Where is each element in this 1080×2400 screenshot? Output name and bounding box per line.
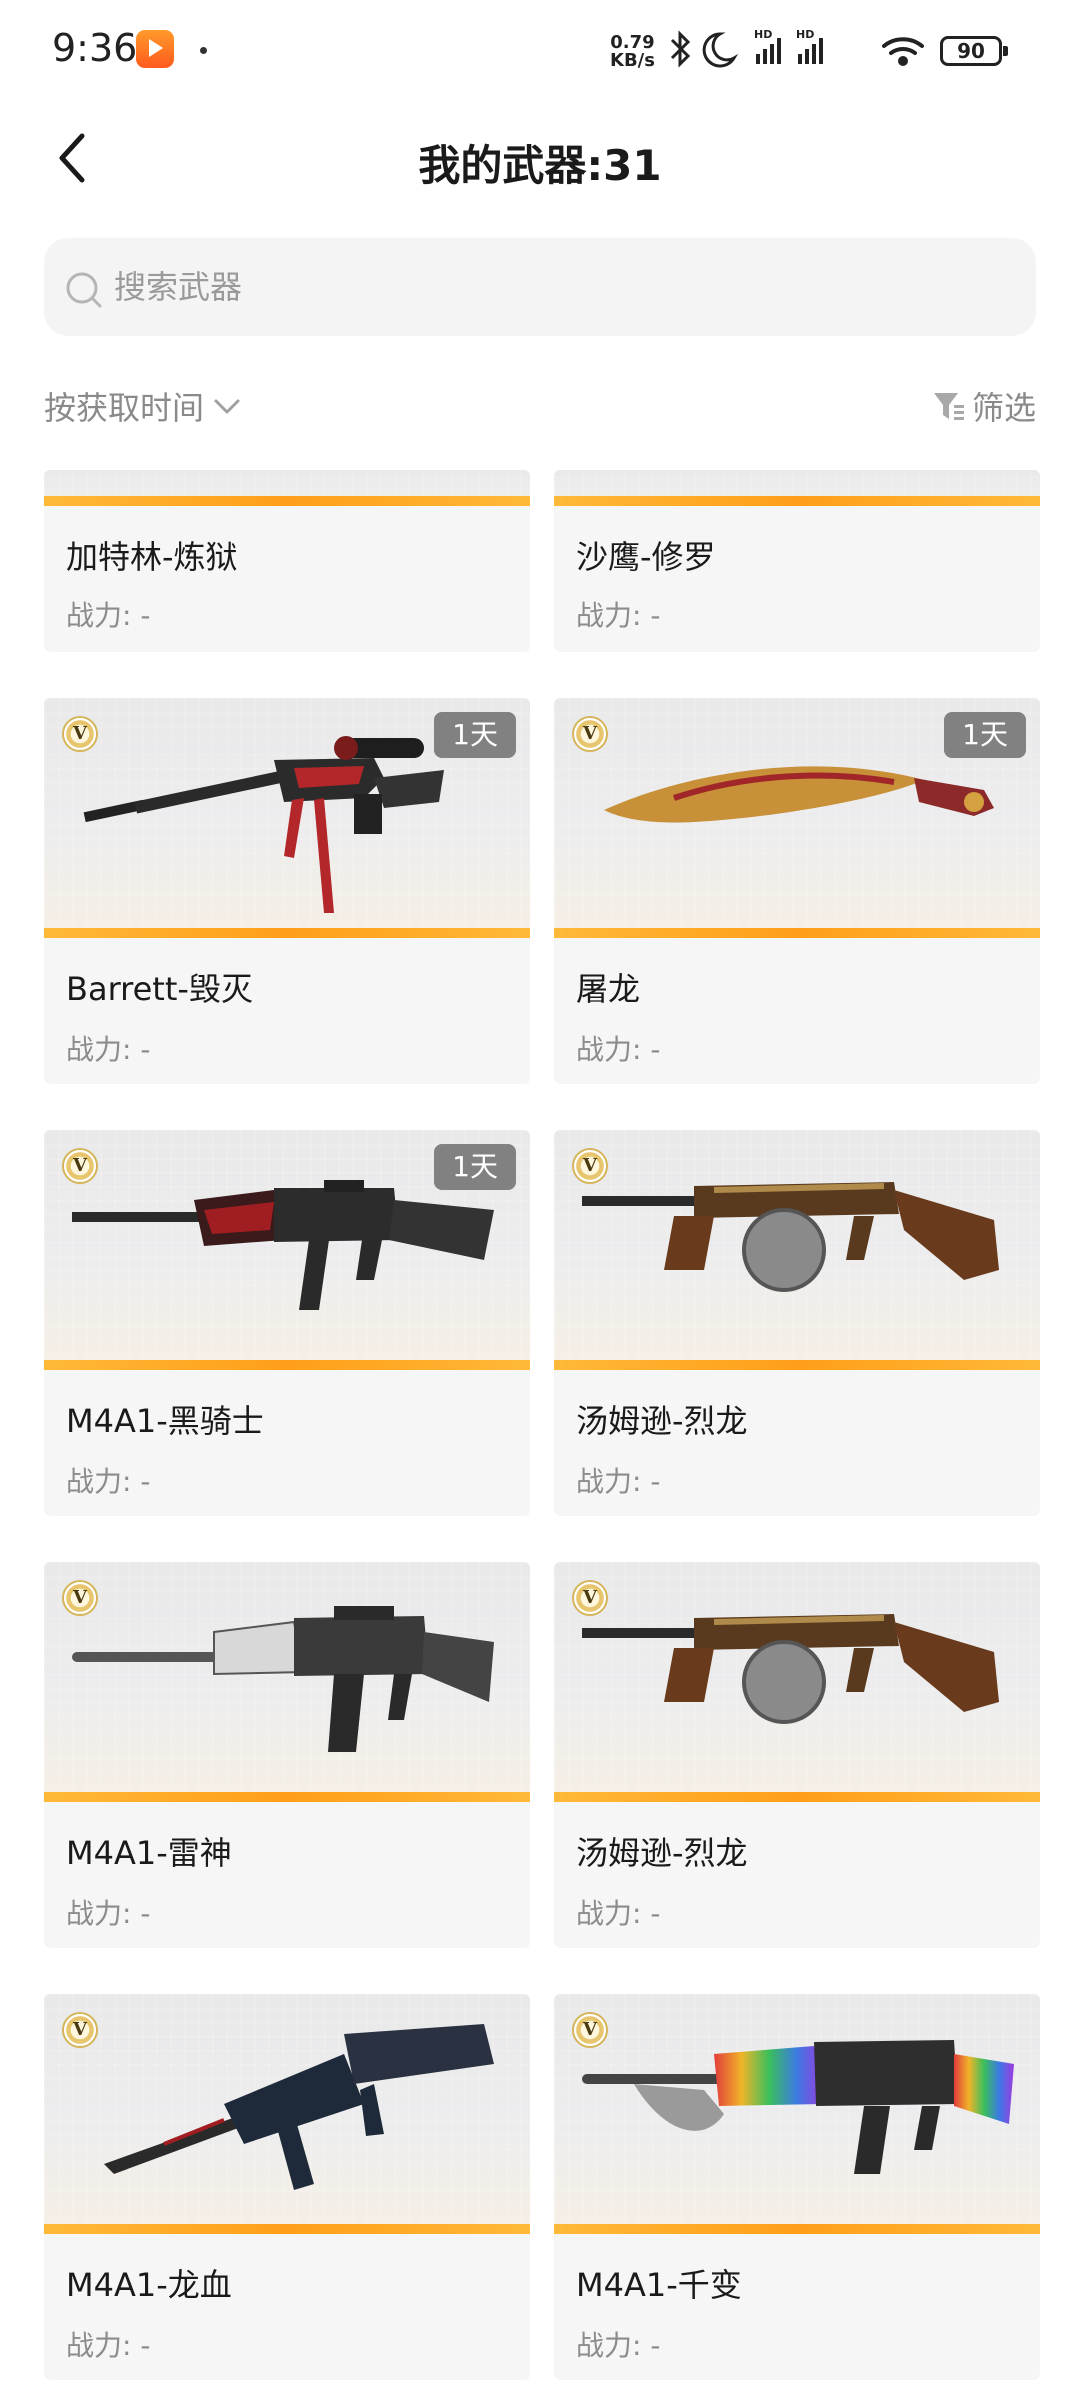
status-bar: 9:36 0.79 KB/s HD HD 90 — [0, 0, 1080, 100]
weapon-image: V — [44, 1994, 530, 2234]
vip-badge-icon: V — [572, 2012, 608, 2048]
weapon-card[interactable]: V M4A1-龙血 战力: - — [44, 1994, 530, 2380]
weapon-image: V 1天 — [44, 1130, 530, 1370]
weapon-card[interactable]: V 1天 Barrett-毁灭 战力: - — [44, 698, 530, 1084]
battery-indicator: 90 — [940, 36, 1008, 66]
time-badge: 1天 — [434, 1144, 516, 1190]
network-speed: 0.79 KB/s — [610, 32, 655, 71]
weapon-power: 战力: - — [576, 599, 661, 632]
weapon-image — [44, 470, 530, 506]
weapon-name: 沙鹰-修罗 — [576, 538, 716, 576]
status-time: 9:36 — [52, 26, 138, 70]
weapon-power: 战力: - — [66, 1897, 151, 1930]
vip-badge-icon: V — [62, 1580, 98, 1616]
moon-icon — [702, 32, 739, 68]
weapon-image: V 1天 — [554, 698, 1040, 938]
search-input[interactable] — [114, 238, 994, 336]
wifi-icon — [882, 37, 924, 66]
weapon-card[interactable]: V 汤姆逊-烈龙 战力: - — [554, 1562, 1040, 1948]
weapon-power: 战力: - — [66, 599, 151, 632]
svg-text:HD: HD — [754, 28, 772, 41]
weapon-name: M4A1-千变 — [576, 2266, 742, 2304]
filter-label: 筛选 — [971, 389, 1036, 427]
weapon-image: V 1天 — [44, 698, 530, 938]
signal-icon-2: HD — [796, 28, 823, 64]
submachine-gun-image — [582, 1182, 999, 1292]
search-icon — [66, 272, 102, 308]
vip-badge-icon: V — [572, 1148, 608, 1184]
weapon-image: V — [554, 1562, 1040, 1802]
weapon-card[interactable]: 加特林-炼狱 战力: - — [44, 470, 530, 652]
weapon-image: V — [554, 1130, 1040, 1370]
bluetooth-icon — [670, 30, 691, 68]
weapon-card[interactable]: V 1天 M4A1-黑骑士 战力: - — [44, 1130, 530, 1516]
notification-dot-icon — [200, 47, 207, 54]
weapon-name: M4A1-雷神 — [66, 1834, 232, 1872]
weapon-name: 汤姆逊-烈龙 — [576, 1834, 748, 1872]
assault-rifle-image — [72, 1606, 494, 1752]
weapon-card[interactable]: V 汤姆逊-烈龙 战力: - — [554, 1130, 1040, 1516]
weapon-card[interactable]: V 1天 屠龙 战力: - — [554, 698, 1040, 1084]
weapon-image — [554, 470, 1040, 506]
weapon-power: 战力: - — [66, 2329, 151, 2362]
weapon-card[interactable]: V M4A1-千变 战力: - — [554, 1994, 1040, 2380]
svg-text:HD: HD — [796, 28, 814, 41]
signal-icon-1: HD — [754, 28, 781, 64]
weapon-power: 战力: - — [576, 1465, 661, 1498]
weapon-name: 加特林-炼狱 — [66, 538, 238, 576]
weapon-power: 战力: - — [576, 1033, 661, 1066]
filter-button[interactable]: 筛选 — [932, 384, 1036, 428]
chevron-down-icon — [214, 399, 240, 414]
weapon-name: M4A1-黑骑士 — [66, 1402, 264, 1440]
time-badge: 1天 — [944, 712, 1026, 758]
sort-label: 按获取时间 — [44, 389, 205, 427]
weapon-power: 战力: - — [66, 1465, 151, 1498]
weapon-power: 战力: - — [66, 1033, 151, 1066]
sort-dropdown[interactable]: 按获取时间 — [44, 384, 242, 428]
weapon-power: 战力: - — [576, 1897, 661, 1930]
vip-badge-icon: V — [572, 716, 608, 752]
vip-badge-icon: V — [62, 716, 98, 752]
app-notification-icon — [136, 30, 174, 68]
submachine-gun-image — [582, 1614, 999, 1724]
time-badge: 1天 — [434, 712, 516, 758]
page-title: 我的武器:31 — [418, 141, 662, 190]
weapon-list[interactable]: 加特林-炼狱 战力: - 沙鹰-修罗 战力: - V 1天 Barrett-毁灭… — [0, 470, 1080, 2400]
search-box[interactable] — [44, 238, 1036, 336]
weapon-card[interactable]: 沙鹰-修罗 战力: - — [554, 470, 1040, 652]
assault-rifle-image — [104, 2024, 494, 2190]
weapon-image: V — [554, 1994, 1040, 2234]
weapon-power: 战力: - — [576, 2329, 661, 2362]
weapon-name: 屠龙 — [576, 970, 641, 1008]
weapon-card[interactable]: V M4A1-雷神 战力: - — [44, 1562, 530, 1948]
vip-badge-icon: V — [572, 1580, 608, 1616]
assault-rifle-image — [582, 2030, 1014, 2174]
weapon-name: 汤姆逊-烈龙 — [576, 1402, 748, 1440]
vip-badge-icon: V — [62, 2012, 98, 2048]
filter-icon — [933, 393, 964, 420]
weapon-name: Barrett-毁灭 — [66, 970, 253, 1008]
weapon-name: M4A1-龙血 — [66, 2266, 232, 2304]
weapon-image: V — [44, 1562, 530, 1802]
vip-badge-icon: V — [62, 1148, 98, 1184]
